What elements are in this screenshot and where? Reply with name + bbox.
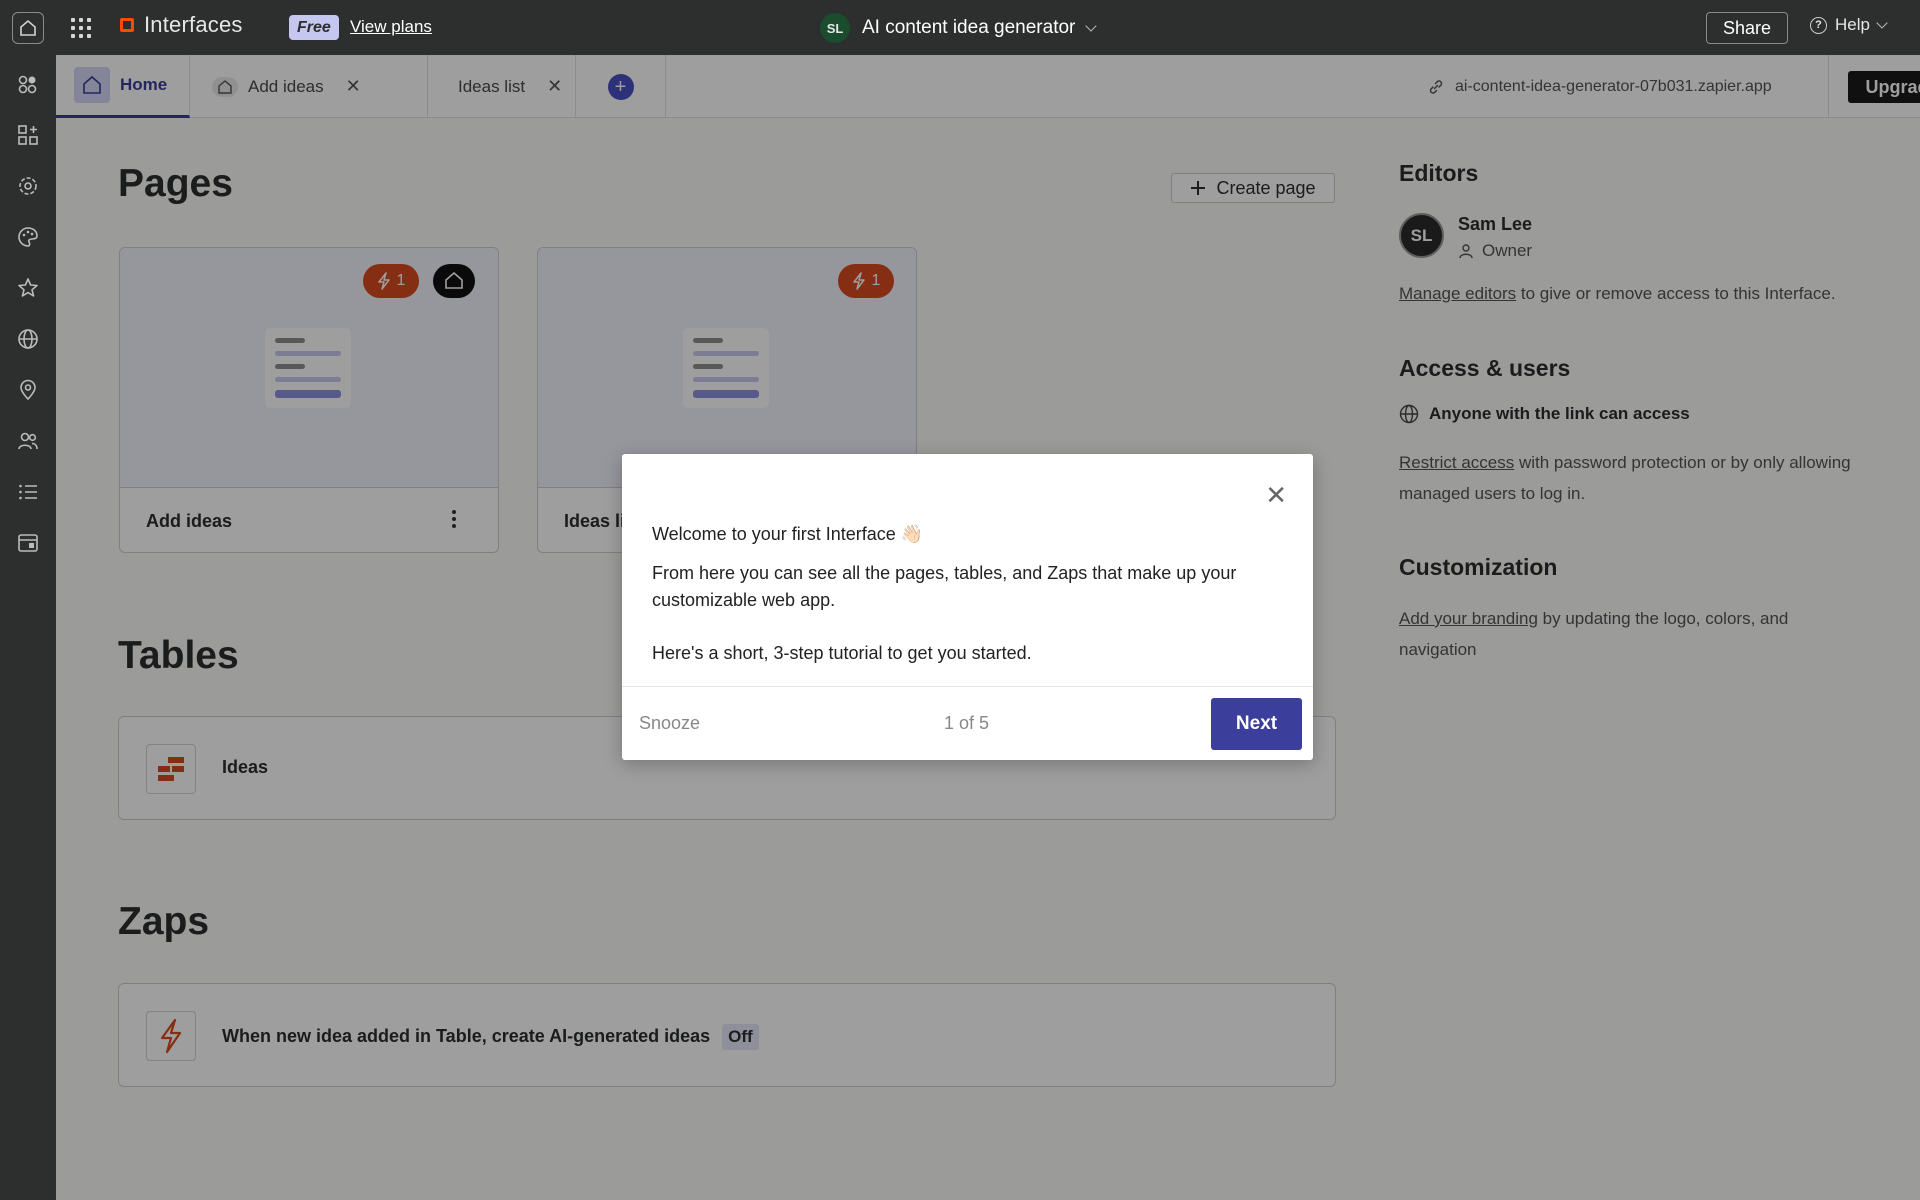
palette-icon[interactable] <box>15 224 41 250</box>
dialog-body-paragraph: Here's a short, 3-step tutorial to get y… <box>652 643 1032 663</box>
top-bar: Interfaces Free View plans SL AI content… <box>0 0 1920 55</box>
close-icon[interactable]: ✕ <box>1265 482 1287 508</box>
dialog-body-paragraph: From here you can see all the pages, tab… <box>652 563 1237 610</box>
chevron-down-icon <box>1876 17 1888 29</box>
apps-grid-icon[interactable] <box>70 17 92 39</box>
app-title: AI content idea generator <box>862 17 1076 38</box>
home-icon[interactable] <box>12 12 44 44</box>
dialog-heading: Welcome to your first Interface 👋🏻 <box>652 524 924 544</box>
dialog-body: From here you can see all the pages, tab… <box>652 560 1272 667</box>
left-rail <box>0 55 56 1200</box>
window-icon[interactable] <box>15 530 41 556</box>
brand-name: Interfaces <box>144 12 243 37</box>
help-label: Help <box>1835 15 1870 34</box>
location-pin-icon[interactable] <box>15 377 41 403</box>
help-icon: ? <box>1810 16 1827 34</box>
brand[interactable]: Interfaces <box>120 12 243 38</box>
settings-icon[interactable] <box>15 173 41 199</box>
brand-logo-icon <box>120 18 134 32</box>
snooze-button[interactable]: Snooze <box>639 713 700 734</box>
help-menu[interactable]: ? Help <box>1810 15 1888 35</box>
app-switcher[interactable]: SL AI content idea generator <box>820 13 1098 43</box>
plan-badge: Free <box>289 15 339 40</box>
dialog-footer: Snooze 1 of 5 Next <box>622 686 1313 760</box>
step-counter: 1 of 5 <box>944 713 990 733</box>
share-button[interactable]: Share <box>1706 12 1788 44</box>
next-button[interactable]: Next <box>1211 698 1302 750</box>
overview-icon[interactable] <box>15 71 41 97</box>
users-icon[interactable] <box>15 428 41 454</box>
components-icon[interactable] <box>15 122 41 148</box>
globe-icon[interactable] <box>15 326 41 352</box>
star-icon[interactable] <box>15 275 41 301</box>
list-icon[interactable] <box>15 479 41 505</box>
onboarding-dialog: ✕ Welcome to your first Interface 👋🏻 Fro… <box>622 454 1313 760</box>
view-plans-link[interactable]: View plans <box>350 17 432 37</box>
app-avatar: SL <box>820 13 850 43</box>
chevron-down-icon <box>1085 20 1098 32</box>
